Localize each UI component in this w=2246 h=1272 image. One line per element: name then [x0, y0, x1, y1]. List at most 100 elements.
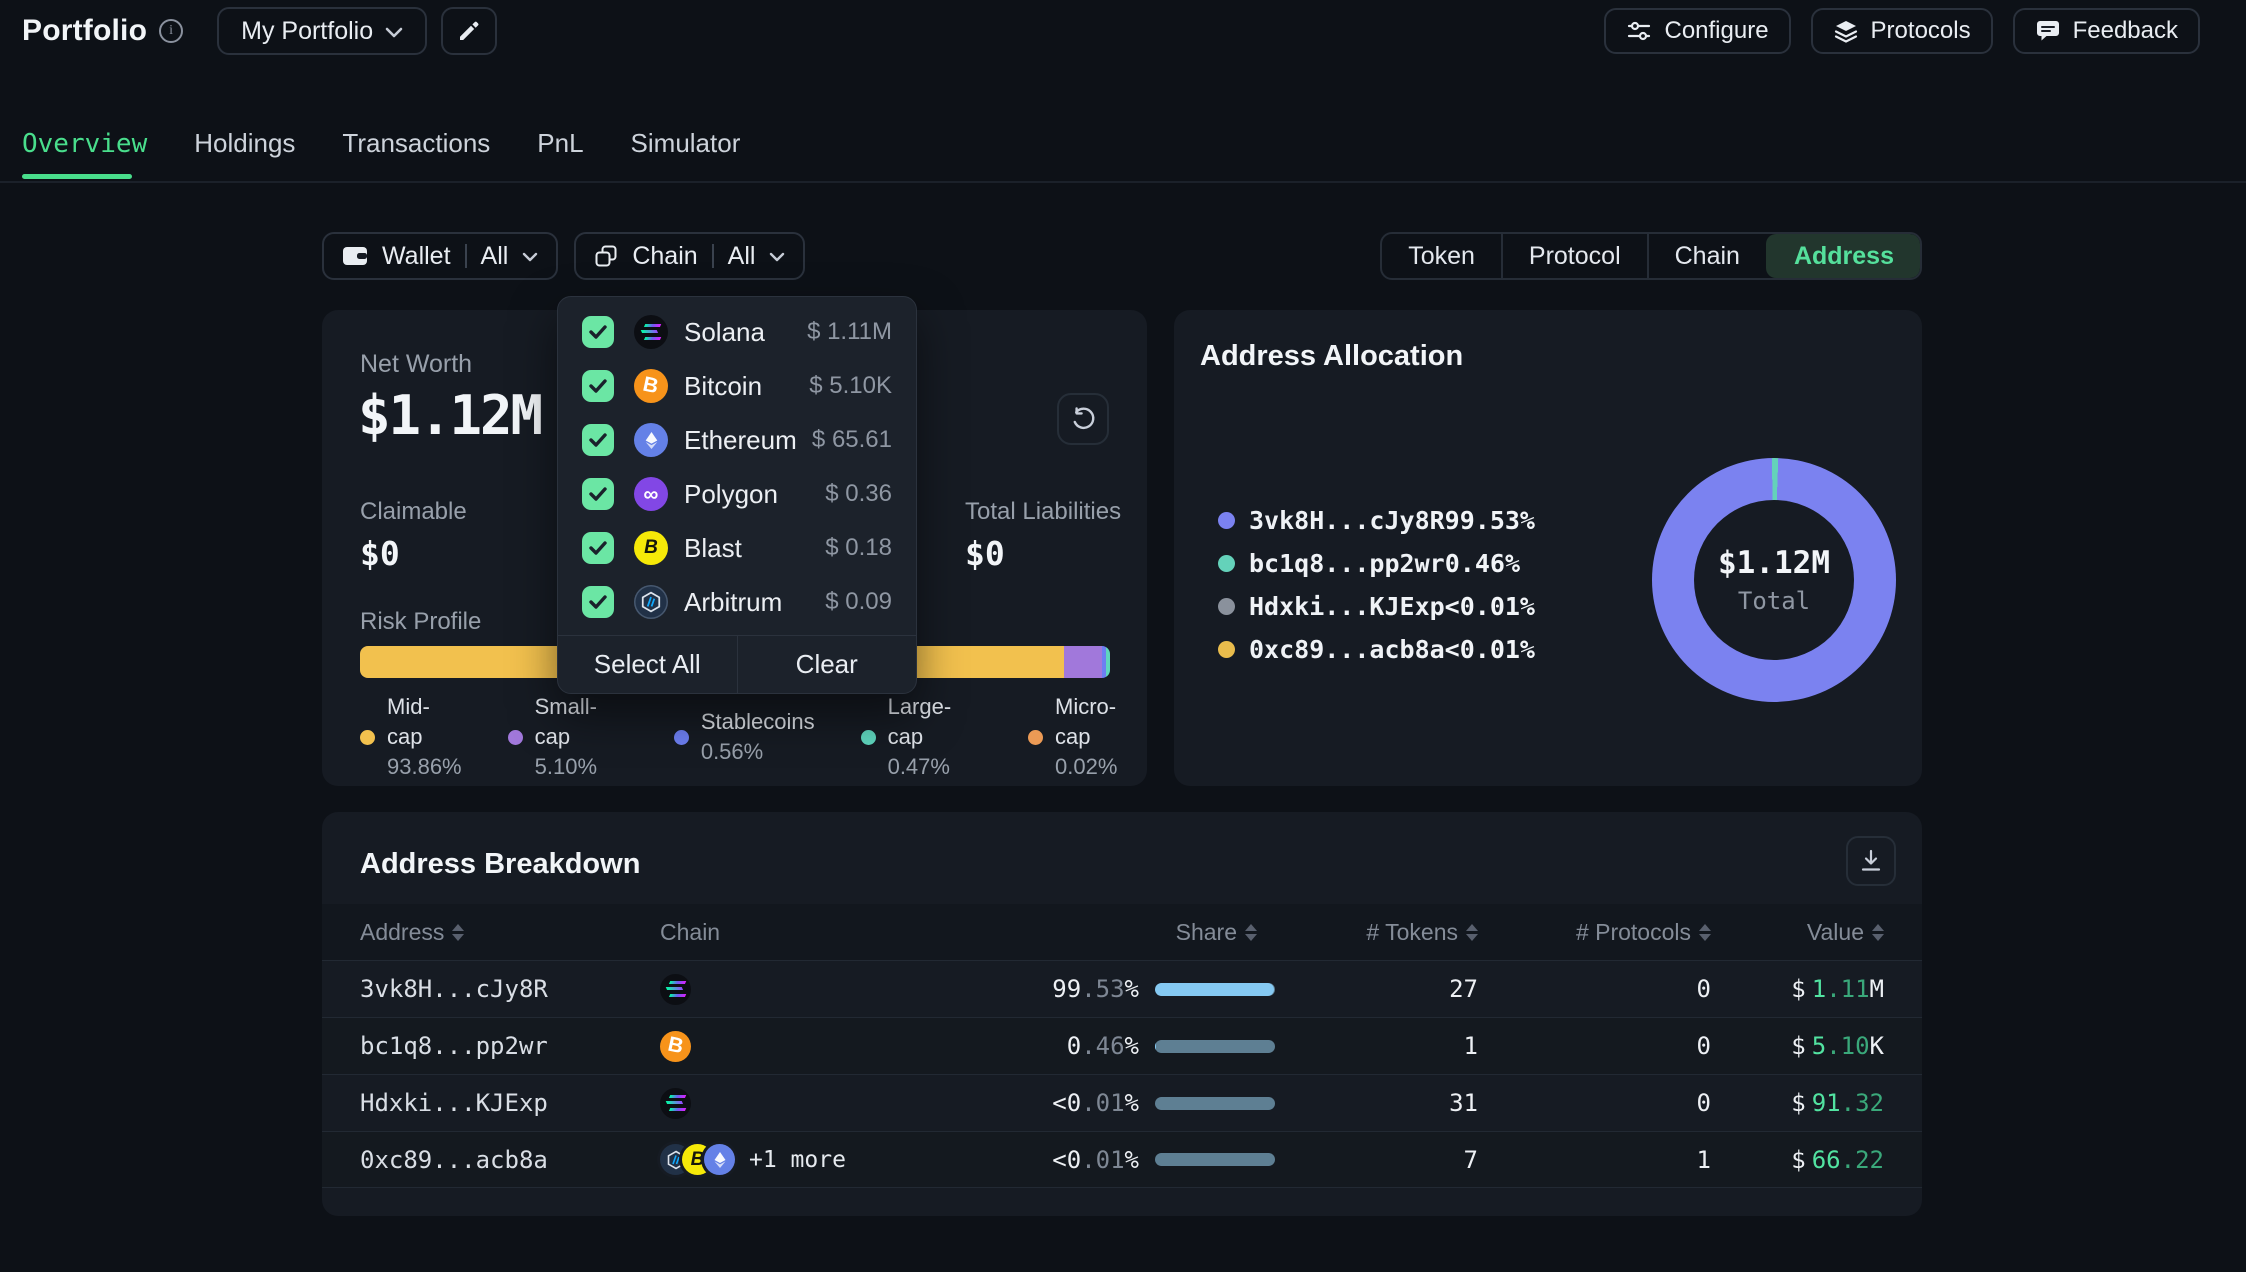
tab-holdings[interactable]: Holdings — [194, 128, 295, 159]
row-share: 99.53% — [940, 975, 1275, 1003]
chain-option-ethereum[interactable]: Ethereum $ 65.61 — [558, 413, 916, 467]
col-header-address[interactable]: Address — [360, 919, 660, 946]
chain-icon — [594, 244, 618, 268]
clear-button[interactable]: Clear — [737, 636, 917, 693]
allocation-legend-item[interactable]: bc1q8...pp2wr 0.46% — [1218, 549, 1520, 578]
chat-bubble-icon — [2035, 18, 2061, 44]
wallet-filter-value: All — [481, 242, 509, 271]
solana-icon — [660, 974, 691, 1005]
row-value: $5.10K — [1711, 1032, 1884, 1060]
risk-segment-small-cap — [1064, 646, 1102, 678]
chain-option-polygon[interactable]: ∞ Polygon $ 0.36 — [558, 467, 916, 521]
net-worth-value: $1.12M — [358, 384, 541, 447]
refresh-button[interactable] — [1057, 393, 1109, 445]
col-header-protocols[interactable]: # Protocols — [1478, 919, 1711, 946]
row-protocols: 1 — [1478, 1146, 1711, 1174]
row-share: <0.01% — [940, 1089, 1275, 1117]
chevron-down-icon — [769, 252, 785, 262]
sliders-icon — [1626, 18, 1652, 44]
select-all-button[interactable]: Select All — [558, 636, 737, 693]
chain-option-bitcoin[interactable]: B Bitcoin $ 5.10K — [558, 359, 916, 413]
row-address: bc1q8...pp2wr — [360, 1032, 660, 1060]
layers-icon — [1833, 18, 1859, 44]
col-header-value[interactable]: Value — [1711, 919, 1884, 946]
row-share: <0.01% — [940, 1146, 1275, 1174]
chain-option-solana[interactable]: Solana $ 1.11M — [558, 305, 916, 359]
wallet-icon — [342, 245, 368, 267]
table-header-row: Address Chain Share # Tokens # Protocols… — [322, 904, 1922, 960]
col-header-tokens[interactable]: # Tokens — [1275, 919, 1478, 946]
col-header-chain: Chain — [660, 919, 940, 946]
liabilities-label: Total Liabilities — [965, 498, 1121, 526]
portfolio-selector[interactable]: My Portfolio — [217, 7, 427, 55]
download-button[interactable] — [1846, 836, 1896, 886]
tabs-divider — [0, 181, 2246, 183]
table-row[interactable]: bc1q8...pp2wr B 0.46% 1 0 $5.10K — [322, 1017, 1922, 1074]
allocation-donut-chart[interactable]: $1.12M Total — [1652, 458, 1896, 702]
solana-icon — [660, 1088, 691, 1119]
edit-portfolio-button[interactable] — [441, 7, 497, 55]
legend-dot — [1218, 555, 1235, 572]
filter-row: Wallet All Chain All Token Protocol Chai… — [322, 232, 1922, 280]
chain-option-value: $ 1.11M — [807, 318, 892, 346]
feedback-button[interactable]: Feedback — [2013, 8, 2200, 54]
download-icon — [1858, 848, 1884, 874]
sort-icon — [1699, 924, 1711, 941]
row-value: $91.32 — [1711, 1089, 1884, 1117]
share-bar — [1155, 1040, 1275, 1053]
configure-button[interactable]: Configure — [1604, 8, 1790, 54]
checkbox-checked-icon[interactable] — [582, 532, 614, 564]
donut-center: $1.12M Total — [1694, 500, 1854, 660]
chain-dropdown-footer: Select All Clear — [558, 635, 916, 693]
chain-option-label: Blast — [684, 533, 742, 564]
legend-address: 3vk8H...cJy8R — [1249, 506, 1445, 535]
bitcoin-icon: B — [660, 1031, 691, 1062]
legend-pct: 5.10% — [535, 752, 628, 782]
view-tab-token[interactable]: Token — [1382, 234, 1501, 278]
checkbox-checked-icon[interactable] — [582, 478, 614, 510]
table-row[interactable]: 0xc89...acb8a B +1 more <0.01% — [322, 1131, 1922, 1188]
allocation-legend-item[interactable]: 0xc89...acb8a <0.01% — [1218, 635, 1520, 664]
table-row[interactable]: 3vk8H...cJy8R 99.53% 27 0 $1.11M — [322, 960, 1922, 1017]
tab-overview[interactable]: Overview — [22, 129, 147, 159]
view-tab-protocol[interactable]: Protocol — [1501, 234, 1647, 278]
feedback-label: Feedback — [2073, 17, 2178, 45]
view-tab-chain[interactable]: Chain — [1647, 234, 1766, 278]
checkbox-checked-icon[interactable] — [582, 316, 614, 348]
checkbox-checked-icon[interactable] — [582, 424, 614, 456]
chain-option-label: Ethereum — [684, 425, 797, 456]
chain-option-arbitrum[interactable]: Arbitrum $ 0.09 — [558, 575, 916, 629]
tab-pnl[interactable]: PnL — [537, 128, 583, 159]
protocols-button[interactable]: Protocols — [1811, 8, 1993, 54]
chain-option-label: Arbitrum — [684, 587, 782, 618]
allocation-legend-item[interactable]: Hdxki...KJExp <0.01% — [1218, 592, 1520, 621]
chain-option-value: $ 0.09 — [825, 588, 892, 616]
chain-option-blast[interactable]: B Blast $ 0.18 — [558, 521, 916, 575]
legend-address: Hdxki...KJExp — [1249, 592, 1445, 621]
wallet-filter[interactable]: Wallet All — [322, 232, 558, 280]
chain-filter[interactable]: Chain All — [574, 232, 805, 280]
tab-simulator[interactable]: Simulator — [631, 128, 741, 159]
tab-transactions[interactable]: Transactions — [342, 128, 490, 159]
legend-pct: 0.02% — [1055, 752, 1147, 782]
allocation-legend-item[interactable]: 3vk8H...cJy8R 99.53% — [1218, 506, 1520, 535]
checkbox-checked-icon[interactable] — [582, 370, 614, 402]
liabilities-value: $0 — [965, 534, 1005, 573]
legend-label: Stablecoins — [701, 707, 815, 737]
risk-legend-item: Stablecoins0.56% — [674, 692, 815, 782]
checkbox-checked-icon[interactable] — [582, 586, 614, 618]
col-header-share[interactable]: Share — [940, 919, 1275, 946]
legend-pct: 0.46% — [1445, 549, 1520, 578]
chain-option-value: $ 65.61 — [812, 426, 892, 454]
info-icon[interactable]: i — [159, 19, 183, 43]
risk-legend-item: Small-cap5.10% — [508, 692, 628, 782]
table-row[interactable]: Hdxki...KJExp <0.01% 31 0 $91.32 — [322, 1074, 1922, 1131]
legend-pct: 99.53% — [1445, 506, 1535, 535]
view-tab-address[interactable]: Address — [1766, 234, 1920, 278]
active-tab-underline — [22, 174, 132, 179]
more-chains-label: +1 more — [749, 1147, 846, 1173]
row-address: 0xc89...acb8a — [360, 1146, 660, 1174]
pencil-icon — [457, 19, 481, 43]
share-bar — [1155, 1097, 1275, 1110]
chain-option-value: $ 0.18 — [825, 534, 892, 562]
